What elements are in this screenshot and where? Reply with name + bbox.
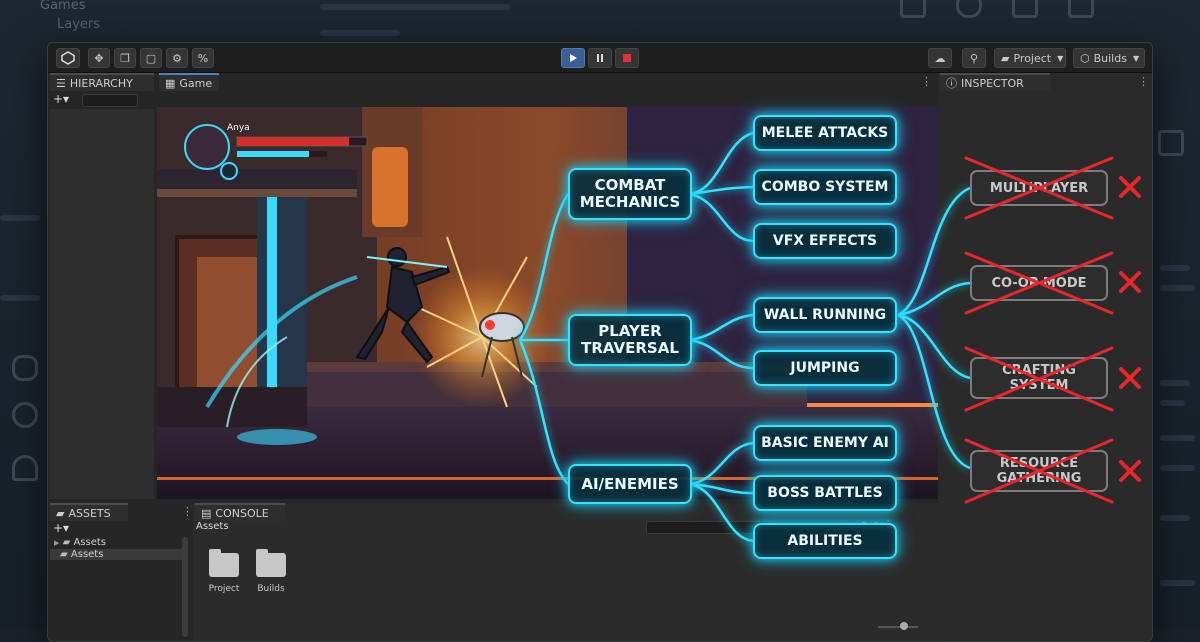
branch-label-line2: MECHANICS [580, 194, 681, 211]
branch-label-line1: COMBAT [595, 177, 666, 194]
cut-feature-label: CRAFTING [1002, 363, 1076, 378]
mindmap-leaf-jumping: JUMPING [753, 350, 897, 386]
cut-feature-crafting-system: CRAFTING SYSTEM [970, 357, 1108, 399]
mindmap-leaf-boss-battles: BOSS BATTLES [753, 475, 897, 511]
leaf-label: MELEE ATTACKS [762, 125, 889, 141]
mindmap-leaf-basic-enemy-ai: BASIC ENEMY AI [753, 425, 897, 461]
mindmap-leaf-combo-system: COMBO SYSTEM [753, 169, 897, 205]
leaf-label: VFX EFFECTS [773, 233, 877, 249]
leaf-label: ABILITIES [787, 533, 862, 549]
cut-feature-resource-gathering: RESOURCE GATHERING [970, 450, 1108, 492]
cut-feature-label: CO-OP MODE [992, 276, 1087, 291]
mindmap-branch-player-traversal: PLAYER TRAVERSAL [568, 314, 692, 366]
mindmap-leaf-melee-attacks: MELEE ATTACKS [753, 115, 897, 151]
branch-label-line2: TRAVERSAL [581, 340, 679, 357]
leaf-label: WALL RUNNING [764, 307, 886, 323]
leaf-label: COMBO SYSTEM [762, 179, 889, 195]
cut-feature-label-line2: SYSTEM [1010, 378, 1069, 393]
mindmap-leaf-wall-running: WALL RUNNING [753, 297, 897, 333]
branch-label-line1: PLAYER [598, 323, 661, 340]
leaf-label: JUMPING [790, 360, 859, 376]
mindmap-branch-ai-enemies: AI/ENEMIES [568, 464, 692, 504]
cut-feature-multiplayer: MULTIPLAYER [970, 170, 1108, 206]
leaf-label: BASIC ENEMY AI [761, 435, 889, 451]
branch-label-line1: AI/ENEMIES [581, 476, 678, 493]
cut-feature-label: RESOURCE [1000, 456, 1078, 471]
cut-feature-label-line2: GATHERING [997, 471, 1082, 486]
mindmap-leaf-vfx-effects: VFX EFFECTS [753, 223, 897, 259]
cut-feature-label: MULTIPLAYER [990, 181, 1088, 196]
mindmap-branch-combat-mechanics: COMBAT MECHANICS [568, 168, 692, 220]
cut-feature-co-op-mode: CO-OP MODE [970, 265, 1108, 301]
mindmap-leaf-abilities: ABILITIES [753, 523, 897, 559]
leaf-label: BOSS BATTLES [767, 485, 882, 501]
